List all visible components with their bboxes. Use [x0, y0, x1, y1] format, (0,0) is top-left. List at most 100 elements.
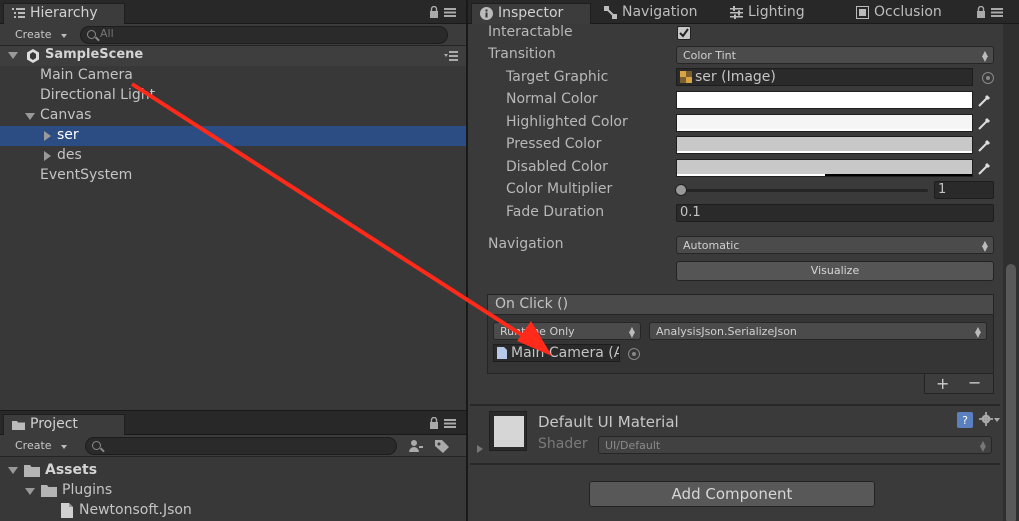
add-component-button[interactable]: Add Component [589, 481, 875, 507]
filter-by-type-icon[interactable] [408, 439, 424, 453]
eyedropper-icon[interactable] [978, 161, 992, 175]
function-dropdown[interactable]: AnalysisJson.SerializeJson ▲ ▼ [649, 322, 987, 340]
navigation-dropdown[interactable]: Automatic ▲ ▼ [676, 236, 994, 254]
alpha-bar [677, 106, 972, 108]
gear-dropdown-icon[interactable] [994, 418, 1000, 422]
svg-text:?: ? [962, 414, 968, 427]
gear-icon[interactable] [979, 412, 993, 426]
project-item-plugins[interactable]: Plugins [0, 481, 466, 501]
lock-menu-icon[interactable] [428, 417, 458, 429]
visualize-label: Visualize [810, 264, 860, 277]
scene-header[interactable]: SampleScene [0, 46, 466, 66]
tab-inspector[interactable]: Inspector [471, 3, 591, 24]
fold-down-icon[interactable] [25, 113, 35, 120]
transition-dropdown[interactable]: Color Tint ▲ ▼ [676, 46, 994, 64]
eyedropper-icon[interactable] [978, 116, 992, 130]
eyedropper-icon[interactable] [978, 138, 992, 152]
runtime-dropdown[interactable]: Runtime Only ▲ ▼ [493, 322, 641, 340]
onclick-object-field[interactable]: Main Camera (A [493, 344, 620, 362]
updown-icon: ▲ ▼ [981, 49, 988, 63]
material-thumbnail[interactable] [489, 411, 527, 451]
hierarchy-item-canvas[interactable]: Canvas [0, 106, 466, 126]
target-graphic-field[interactable]: ser (Image) [676, 68, 973, 86]
color-multiplier-slider-track[interactable] [680, 189, 928, 192]
hierarchy-tabbar: Hierarchy [0, 0, 466, 24]
color-multiplier-input[interactable]: 1 [934, 181, 994, 199]
item-label: des [57, 147, 82, 163]
disabled-color-field[interactable] [676, 159, 973, 177]
project-panel: Project Create Assets Plugins Newtonsoft… [0, 411, 466, 521]
remove-listener-button[interactable]: − [968, 373, 981, 392]
project-item-newtonsoft[interactable]: Newtonsoft.Json [0, 501, 466, 521]
sliders-icon [730, 6, 743, 19]
help-book-icon[interactable]: ? [957, 412, 973, 428]
updown-icon: ▲ ▼ [979, 439, 986, 453]
hierarchy-item-directional-light[interactable]: Directional Light [0, 86, 466, 106]
hierarchy-panel: Hierarchy Create All SampleScene Main Ca… [0, 0, 466, 410]
hierarchy-search-input[interactable]: All [80, 26, 448, 44]
hierarchy-item-des[interactable]: des [0, 146, 466, 166]
tab-project[interactable]: Project [3, 414, 125, 435]
pressed-color-field[interactable] [676, 136, 973, 154]
info-icon [480, 7, 493, 20]
chevron-down-icon [61, 445, 67, 449]
add-listener-button[interactable]: + [936, 374, 949, 393]
tab-hierarchy[interactable]: Hierarchy [3, 3, 125, 24]
normal-color-label: Normal Color [506, 91, 598, 107]
project-create-button[interactable]: Create [7, 438, 71, 455]
lock-menu-icon[interactable] [975, 6, 1005, 18]
tab-inspector-label: Inspector [498, 5, 564, 21]
alpha-fill [677, 129, 972, 131]
visualize-button[interactable]: Visualize [676, 261, 994, 281]
interactable-checkbox[interactable] [677, 26, 691, 40]
fade-duration-input[interactable]: 0.1 [676, 204, 994, 222]
fold-right-icon[interactable] [44, 131, 51, 141]
fold-down-icon[interactable] [8, 467, 18, 474]
highlighted-color-field[interactable] [676, 114, 973, 132]
hierarchy-create-button[interactable]: Create [7, 27, 71, 44]
item-label: Directional Light [40, 87, 156, 103]
image-icon [680, 71, 692, 83]
lock-menu-icon[interactable] [428, 6, 458, 18]
inspector-scrollbar[interactable] [1003, 24, 1019, 521]
foldout-right-icon[interactable] [477, 445, 483, 453]
target-graphic-label: Target Graphic [506, 69, 609, 85]
shader-dropdown[interactable]: UI/Default ▲ ▼ [598, 436, 992, 454]
search-icon [87, 30, 96, 39]
material-name: Default UI Material [538, 413, 679, 431]
project-search-input[interactable] [85, 437, 397, 455]
fold-down-icon[interactable] [25, 488, 35, 495]
tab-occlusion-label: Occlusion [874, 4, 942, 20]
eyedropper-icon[interactable] [978, 93, 992, 107]
shader-value: UI/Default [605, 439, 661, 452]
object-picker-icon[interactable] [982, 72, 994, 84]
filter-by-label-icon[interactable] [434, 439, 450, 453]
alpha-bar [677, 129, 972, 131]
tab-lighting-label: Lighting [748, 4, 805, 20]
color-multiplier-label: Color Multiplier [506, 181, 613, 197]
hierarchy-item-main-camera[interactable]: Main Camera [0, 66, 466, 86]
hierarchy-item-ser[interactable]: ser [0, 126, 466, 146]
tab-navigation[interactable]: Navigation [596, 3, 716, 24]
fold-down-icon[interactable] [8, 52, 18, 59]
hierarchy-item-eventsystem[interactable]: EventSystem [0, 166, 466, 186]
project-item-assets[interactable]: Assets [0, 461, 466, 481]
menu-icon[interactable] [444, 51, 458, 61]
updown-icon: ▲ ▼ [628, 325, 635, 339]
tab-occlusion[interactable]: Occlusion [848, 3, 958, 24]
object-picker-icon[interactable] [628, 348, 640, 360]
normal-color-field[interactable] [676, 91, 973, 109]
color-multiplier-slider-thumb[interactable] [675, 184, 687, 196]
material-preview [494, 416, 524, 447]
item-label: Assets [45, 462, 98, 478]
occlusion-icon [856, 6, 869, 19]
scrollbar-thumb[interactable] [1006, 264, 1016, 521]
interactable-label: Interactable [488, 24, 573, 40]
chevron-down-icon [61, 34, 67, 38]
fold-right-icon[interactable] [44, 151, 51, 161]
folder-icon [41, 485, 57, 497]
tab-hierarchy-label: Hierarchy [30, 5, 98, 21]
search-placeholder: All [100, 27, 114, 40]
tab-lighting[interactable]: Lighting [722, 3, 842, 24]
onclick-title: On Click () [495, 296, 569, 312]
